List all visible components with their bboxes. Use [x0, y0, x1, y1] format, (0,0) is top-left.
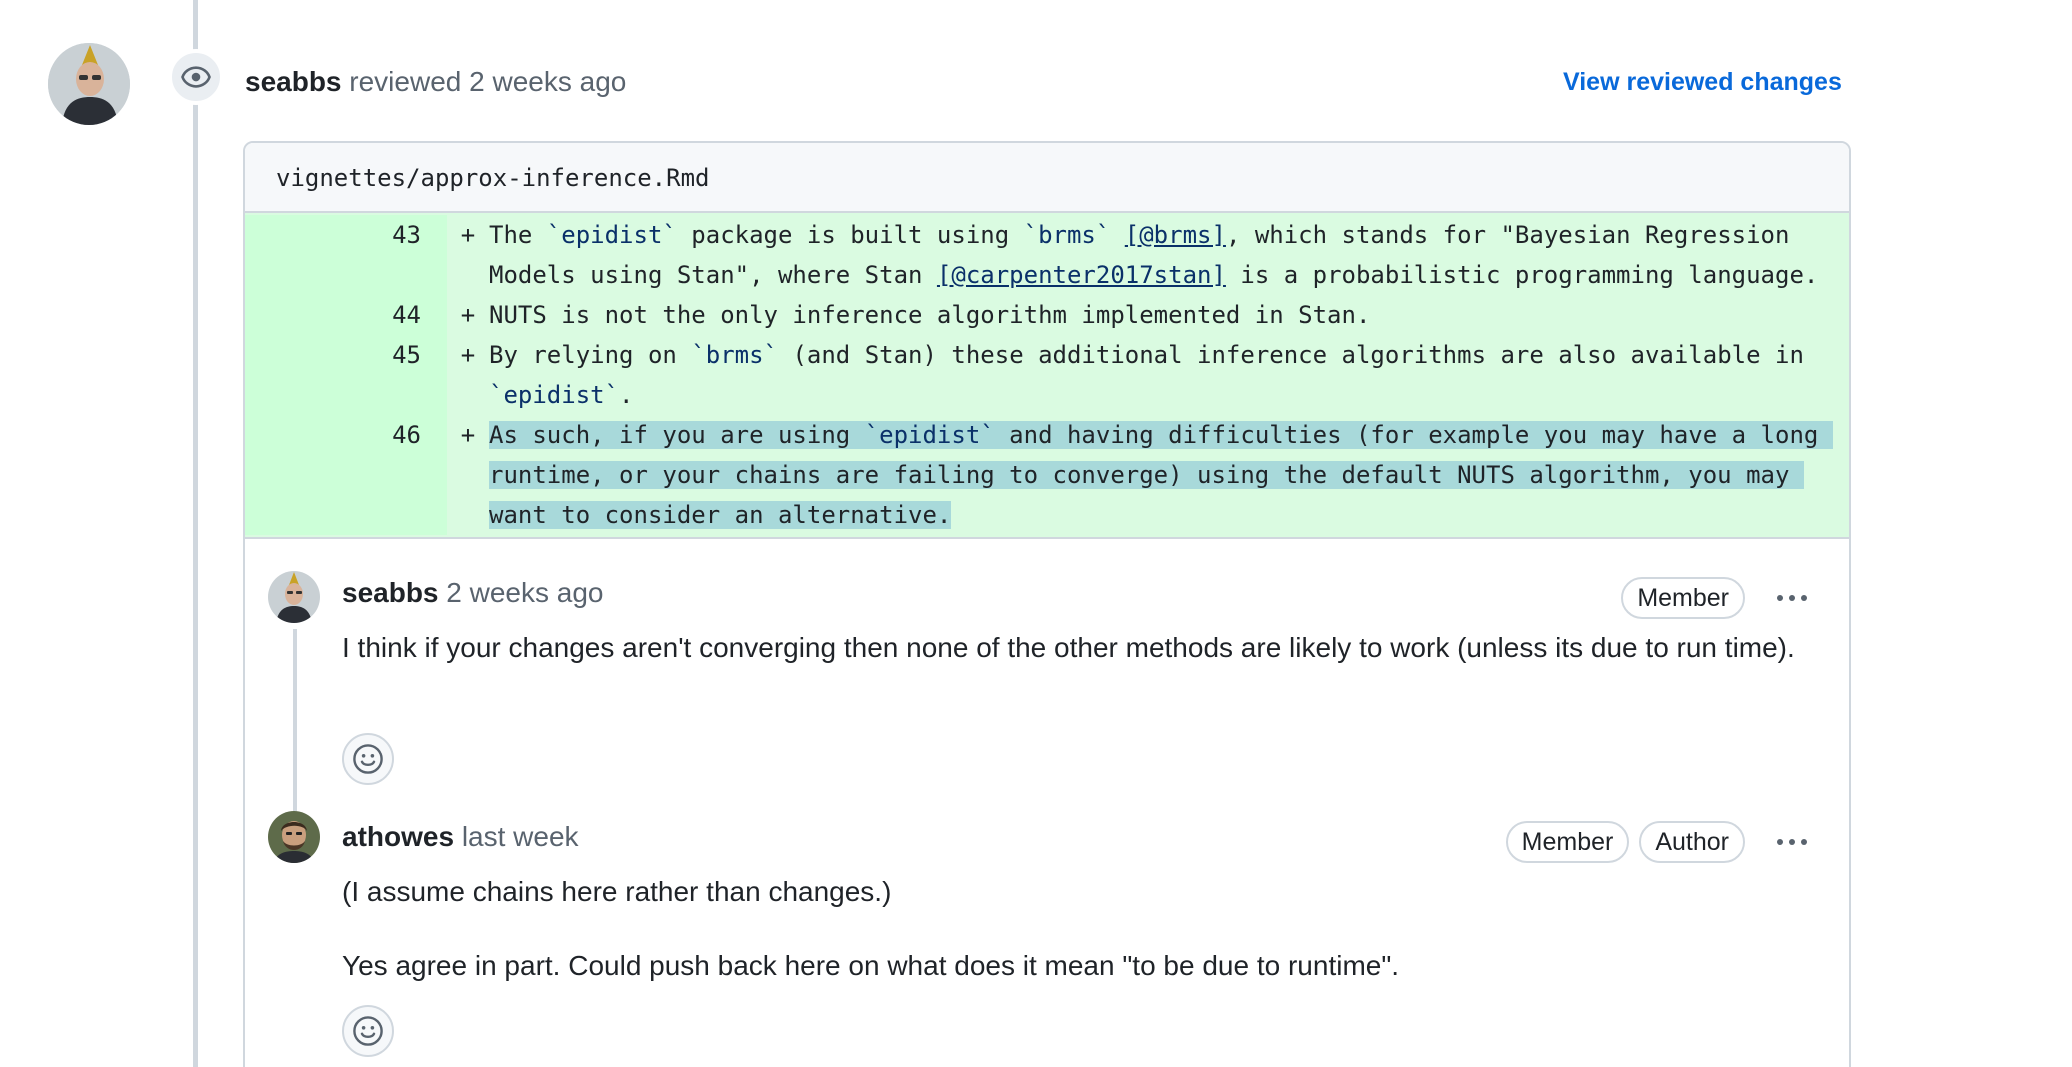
kebab-horizontal-icon[interactable]: [1765, 578, 1819, 618]
selected-text: As such, if you are using `epidist` and …: [489, 421, 1833, 529]
diff-marker: +: [460, 421, 476, 449]
diff-marker: +: [460, 341, 476, 369]
add-reaction-button[interactable]: [342, 733, 394, 785]
comment-body: (I assume chains here rather than change…: [342, 871, 1822, 987]
member-badge: Member: [1505, 821, 1630, 863]
comment-header: athowes last week: [342, 817, 579, 857]
citation-link: [@carpenter2017stan]: [936, 261, 1226, 289]
member-badge: Member: [1621, 577, 1745, 619]
comment-avatar[interactable]: [268, 571, 320, 623]
review-comment: athowes last week Member Author (I assum…: [245, 811, 1849, 1067]
review-header: seabbs reviewed 2 weeks ago: [245, 62, 626, 102]
comment-author[interactable]: seabbs: [342, 577, 439, 608]
review-time[interactable]: 2 weeks ago: [469, 66, 626, 97]
line-number[interactable]: 43: [245, 215, 447, 295]
comment-badges: Member Author: [1505, 821, 1819, 863]
smiley-icon: [353, 744, 383, 774]
timeline-line: [193, 0, 198, 1067]
user-avatar-icon: [268, 811, 320, 863]
review-author[interactable]: seabbs: [245, 66, 342, 97]
line-number[interactable]: 44: [245, 295, 447, 335]
comment-paragraph: (I assume chains here rather than change…: [342, 876, 892, 907]
comment-badges: Member: [1621, 577, 1819, 619]
review-event-badge: [168, 49, 224, 105]
review-comment: seabbs 2 weeks ago Member I think if you…: [245, 539, 1849, 811]
comment-time[interactable]: last week: [462, 821, 579, 852]
diff-line: 44 + NUTS is not the only inference algo…: [245, 295, 1849, 335]
user-avatar-icon: [268, 571, 320, 623]
diff-code: The `epidist` package is built using `br…: [489, 221, 1819, 289]
comment-author[interactable]: athowes: [342, 821, 454, 852]
smiley-icon: [353, 1016, 383, 1046]
comment-time[interactable]: 2 weeks ago: [446, 577, 603, 608]
line-number[interactable]: 45: [245, 335, 447, 415]
diff-code: By relying on `brms` (and Stan) these ad…: [489, 341, 1819, 409]
kebab-horizontal-icon[interactable]: [1765, 822, 1819, 862]
diff-line: 46 + As such, if you are using `epidist`…: [245, 415, 1849, 535]
review-action: reviewed: [349, 66, 462, 97]
view-reviewed-changes-link[interactable]: View reviewed changes: [1563, 64, 1842, 100]
comment-avatar[interactable]: [268, 811, 320, 863]
diff-marker: +: [460, 221, 476, 249]
line-number[interactable]: 46: [245, 415, 447, 535]
eye-icon: [181, 66, 211, 88]
diff-code: As such, if you are using `epidist` and …: [489, 415, 1849, 535]
diff-line: 43 + The `epidist` package is built usin…: [245, 215, 1849, 295]
user-avatar-icon: [48, 43, 130, 125]
thread-line: [293, 629, 297, 811]
add-reaction-button[interactable]: [342, 1005, 394, 1057]
reviewer-avatar[interactable]: [48, 43, 130, 125]
diff-hunk: 43 + The `epidist` package is built usin…: [245, 213, 1849, 539]
file-path-header[interactable]: vignettes/approx-inference.Rmd: [245, 143, 1849, 213]
comment-paragraph: I think if your changes aren't convergin…: [342, 632, 1795, 663]
comment-header: seabbs 2 weeks ago: [342, 573, 604, 613]
diff-code: NUTS is not the only inference algorithm…: [489, 301, 1371, 329]
comment-paragraph: Yes agree in part. Could push back here …: [342, 950, 1400, 981]
diff-line: 45 + By relying on `brms` (and Stan) the…: [245, 335, 1849, 415]
comment-body: I think if your changes aren't convergin…: [342, 627, 1822, 669]
author-badge: Author: [1639, 821, 1745, 863]
citation-link: [@brms]: [1124, 221, 1226, 249]
diff-marker: +: [460, 301, 476, 329]
review-thread-box: vignettes/approx-inference.Rmd 43 + The …: [243, 141, 1851, 1067]
